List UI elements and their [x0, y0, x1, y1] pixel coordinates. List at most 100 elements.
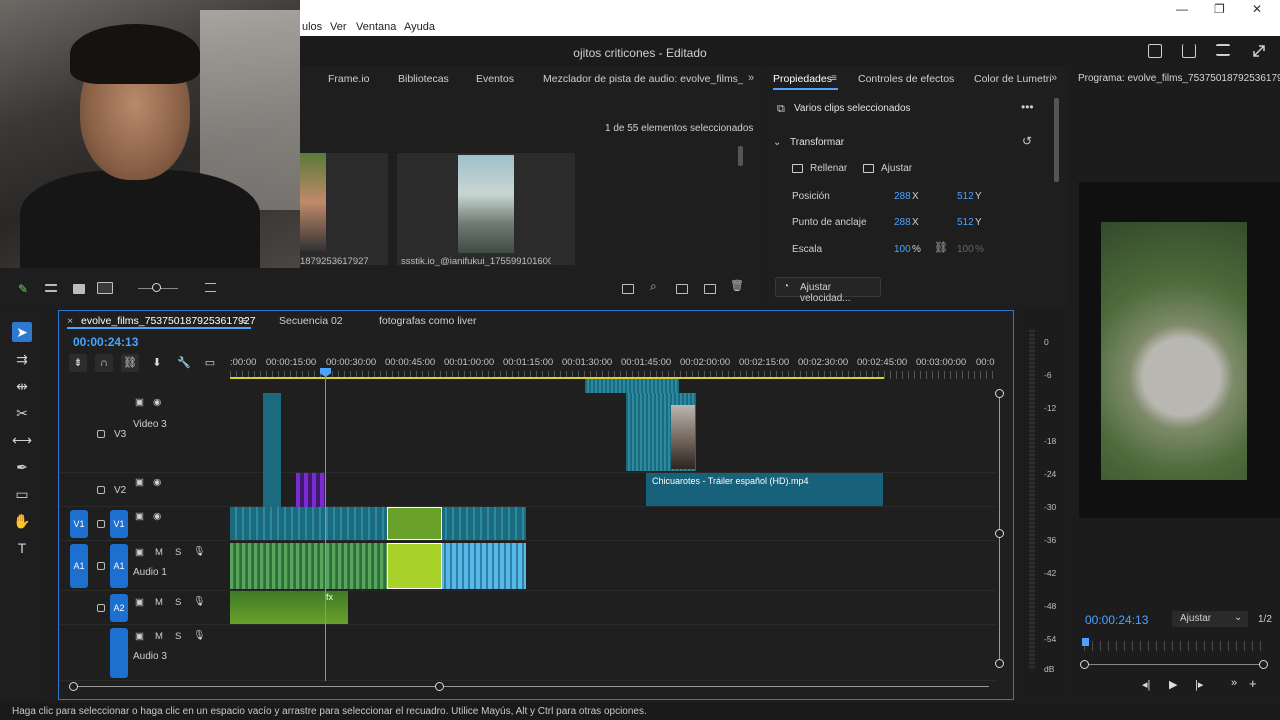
tab-secuencia-02[interactable]: Secuencia 02 — [279, 315, 343, 327]
nest-icon[interactable]: ⇟ — [69, 354, 87, 372]
lock-icon[interactable] — [97, 520, 105, 528]
tab-audio-mixer[interactable]: Mezclador de pista de audio: evolve_film… — [543, 73, 743, 85]
new-bin-icon[interactable] — [676, 284, 688, 294]
list-view-icon[interactable] — [45, 284, 57, 292]
anchor-x-value[interactable]: 288 — [894, 217, 911, 228]
film-icon[interactable]: ▣ — [135, 547, 144, 558]
tab-fotografas[interactable]: fotografas como liver — [379, 315, 476, 327]
zoom-handle-left[interactable] — [1080, 660, 1089, 669]
section-transformar[interactable]: Transformar — [790, 137, 844, 148]
fit-label[interactable]: Ajustar — [881, 163, 912, 174]
pen-icon[interactable]: ✒ — [12, 457, 32, 477]
properties-scrollbar[interactable] — [1054, 98, 1059, 182]
automate-to-sequence-icon[interactable] — [622, 284, 634, 294]
resolution-ratio[interactable]: 1/2 — [1258, 614, 1272, 625]
step-forward-icon[interactable]: |▸ — [1195, 678, 1203, 691]
hand-icon[interactable]: ✋ — [12, 511, 32, 531]
tab-bibliotecas[interactable]: Bibliotecas — [398, 73, 449, 85]
audio-clip[interactable] — [230, 543, 390, 589]
lock-icon[interactable] — [97, 486, 105, 494]
share-icon[interactable] — [1182, 44, 1196, 58]
program-playhead[interactable] — [1082, 638, 1089, 646]
mute-button[interactable]: M — [155, 597, 163, 608]
lock-icon[interactable] — [97, 430, 105, 438]
position-y-value[interactable]: 512 — [957, 191, 974, 202]
track-target-a2[interactable]: A2 — [110, 594, 128, 622]
wrench-icon[interactable]: 🔧 — [175, 354, 193, 372]
horizontal-scroll-handle-left[interactable] — [69, 682, 78, 691]
rectangle-icon[interactable]: ▭ — [12, 484, 32, 504]
audio-clip[interactable]: fx — [230, 591, 348, 624]
menu-item-ver[interactable]: Ver — [330, 21, 347, 33]
anchor-y-value[interactable]: 512 — [957, 217, 974, 228]
selection-tool-icon[interactable]: ➤ — [12, 322, 32, 342]
microphone-icon[interactable]: 🎙 — [193, 596, 205, 607]
video-clip[interactable] — [230, 507, 526, 540]
horizontal-scroll-handle-right[interactable] — [435, 682, 444, 691]
fit-icon[interactable] — [863, 164, 874, 173]
eye-icon[interactable]: ◉ — [153, 397, 161, 408]
track-select-icon[interactable]: ⇉ — [12, 349, 32, 369]
panel-menu-icon[interactable]: ≡ — [831, 73, 837, 84]
close-icon[interactable]: ✕ — [1252, 2, 1262, 16]
program-timecode[interactable]: 00:00:24:13 — [1085, 613, 1148, 627]
track-target-v1[interactable]: V1 — [110, 510, 128, 538]
program-ruler[interactable] — [1084, 641, 1264, 651]
link-icon[interactable]: ⛓ — [934, 241, 948, 254]
minimize-icon[interactable]: — — [1176, 2, 1188, 16]
tab-eventos[interactable]: Eventos — [476, 73, 514, 85]
video-clip-selected[interactable] — [387, 507, 442, 540]
find-icon[interactable]: ⌕ — [650, 279, 657, 294]
step-back-icon[interactable]: ◂| — [1142, 678, 1150, 691]
tab-propiedades[interactable]: Propiedades — [773, 73, 832, 85]
fill-icon[interactable] — [792, 164, 803, 173]
trash-icon[interactable]: 🗑 — [730, 279, 744, 292]
film-icon[interactable]: ▣ — [135, 397, 144, 408]
source-patch-v1[interactable]: V1 — [70, 510, 88, 538]
maximize-icon[interactable]: ❐ — [1214, 2, 1225, 16]
project-item[interactable]: 1879253617927 — [300, 153, 388, 267]
eye-icon[interactable]: ◉ — [153, 477, 161, 488]
menu-item-ayuda[interactable]: Ayuda — [404, 21, 435, 33]
more-tabs-icon[interactable]: » — [748, 72, 754, 84]
sort-icon[interactable] — [205, 283, 216, 292]
solo-button[interactable]: S — [175, 631, 181, 642]
film-icon[interactable]: ▣ — [135, 631, 144, 642]
video-clip[interactable] — [263, 393, 281, 473]
mute-button[interactable]: M — [155, 547, 163, 558]
lock-icon[interactable] — [97, 562, 105, 570]
more-tabs-icon[interactable]: » — [1051, 72, 1057, 84]
freeform-view-icon[interactable] — [97, 282, 113, 294]
tab-lumetri[interactable]: Color de Lumetri — [974, 73, 1052, 85]
play-icon[interactable]: ▶ — [1169, 678, 1177, 691]
film-icon[interactable]: ▣ — [135, 477, 144, 488]
zoom-handle-right[interactable] — [1259, 660, 1268, 669]
playhead[interactable] — [325, 371, 326, 681]
microphone-icon[interactable]: 🎙 — [193, 630, 205, 641]
microphone-icon[interactable]: 🎙 — [193, 546, 205, 557]
video-clip[interactable] — [585, 379, 679, 393]
video-clip[interactable] — [263, 473, 281, 507]
more-options-icon[interactable]: ••• — [1021, 100, 1034, 114]
razor-icon[interactable]: ✂ — [12, 403, 32, 423]
menu-item-ventana[interactable]: Ventana — [356, 21, 396, 33]
notifications-icon[interactable] — [1148, 44, 1162, 58]
close-icon[interactable]: × — [67, 315, 73, 327]
zoom-slider-handle[interactable] — [152, 283, 161, 292]
film-icon[interactable]: ▣ — [135, 597, 144, 608]
work-area-bar[interactable] — [230, 377, 884, 379]
source-patch-a1[interactable]: A1 — [70, 544, 88, 588]
type-tool-icon[interactable]: T — [12, 538, 32, 558]
ripple-edit-icon[interactable]: ⇹ — [12, 376, 32, 396]
add-button-icon[interactable]: + — [1249, 676, 1257, 691]
eye-icon[interactable]: ◉ — [153, 511, 161, 522]
slip-icon[interactable]: ⟷ — [12, 430, 32, 450]
captions-icon[interactable]: ▭ — [201, 354, 219, 372]
scale-value[interactable]: 100 — [894, 244, 911, 255]
tab-controles-efectos[interactable]: Controles de efectos — [858, 73, 954, 85]
project-item[interactable]: ssstik.io_@ianifukui_1755991016007 — [397, 153, 575, 267]
solo-button[interactable]: S — [175, 547, 181, 558]
fit-dropdown[interactable]: Ajustar ⌄ — [1172, 611, 1248, 627]
linked-selection-icon[interactable]: ⛓ — [121, 354, 139, 372]
fullscreen-icon[interactable] — [1252, 44, 1266, 58]
